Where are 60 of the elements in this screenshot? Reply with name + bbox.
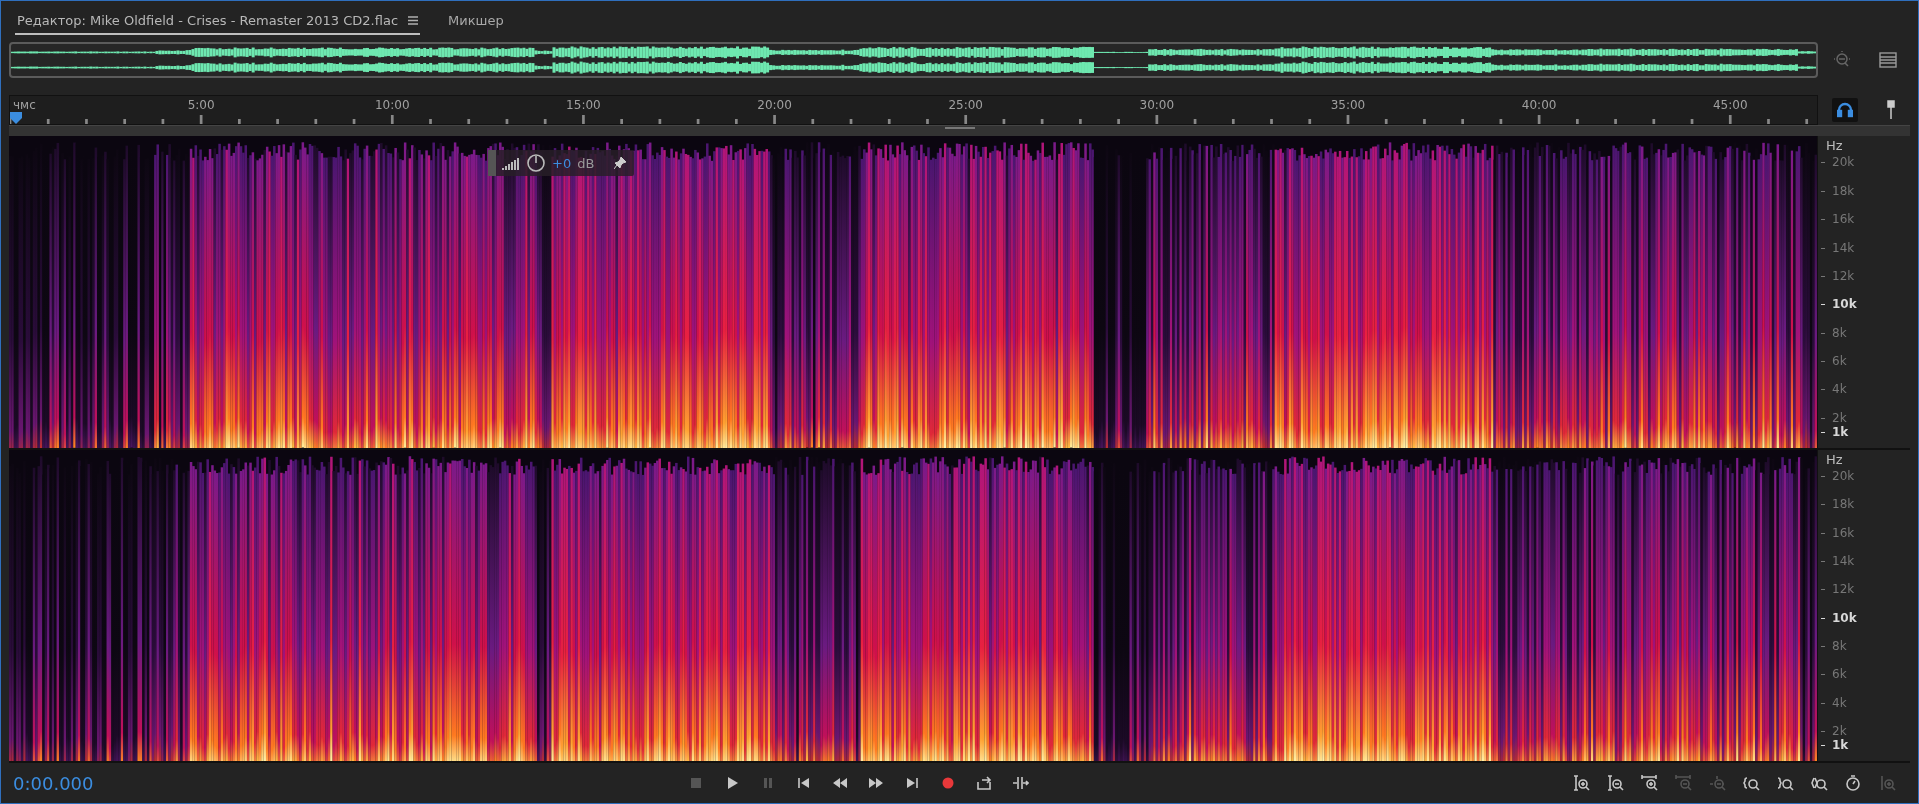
- zoom-out-icon: [1674, 774, 1692, 792]
- axis-tick-label: 10k: [1821, 610, 1857, 625]
- time-display: 0:00.000: [12, 772, 95, 794]
- ruler-label: 40:00: [1521, 98, 1557, 112]
- grip-handle[interactable]: [488, 150, 497, 176]
- ruler-label: 15:00: [566, 98, 601, 112]
- axis-tick-label: 12k: [1821, 582, 1855, 597]
- ruler-label: 5:00: [187, 98, 215, 112]
- axis-tick-label: 2k: [1821, 410, 1847, 425]
- axis-tick-label: 4k: [1821, 695, 1847, 710]
- ruler-label: 35:00: [1330, 98, 1366, 112]
- axis-tick-label: 8k: [1821, 325, 1847, 340]
- zoom-out-icon: [1606, 774, 1624, 792]
- marker-pin-icon[interactable]: [1886, 100, 1896, 120]
- splitter-handle-icon[interactable]: [944, 126, 975, 130]
- axis-tick-label: 18k: [1821, 183, 1855, 198]
- stopwatch-icon: [1844, 774, 1862, 792]
- pin-icon[interactable]: [614, 157, 627, 169]
- axis-tick-label: 16k: [1821, 212, 1855, 227]
- axis-tick-label: 4k: [1821, 382, 1847, 397]
- zoom-icon: [1776, 774, 1794, 792]
- axis-tick-label: 1k: [1821, 738, 1849, 753]
- knob-icon[interactable]: [526, 153, 547, 173]
- editor-tab[interactable]: Микшер: [446, 7, 506, 35]
- split-arrow-icon: [1011, 774, 1029, 792]
- axis-unit: Hz: [1826, 451, 1843, 467]
- level-bars-icon: [502, 156, 521, 170]
- editor-tab[interactable]: Редактор: Mike Oldfield - Crises - Remaster 2013 CD2.flac: [15, 7, 421, 35]
- ruler-label: 25:00: [948, 98, 983, 112]
- axis-tick-label: 6k: [1821, 353, 1847, 368]
- ruler-label: чмс: [13, 98, 36, 112]
- axis-unit: Hz: [1826, 138, 1843, 153]
- loop-icon: [975, 774, 993, 792]
- volume-value[interactable]: +0: [552, 155, 572, 171]
- headphones-button[interactable]: [1832, 98, 1858, 122]
- ruler-label: 45:00: [1712, 98, 1748, 112]
- axis-tick-label: 16k: [1821, 525, 1855, 540]
- zoom-in-icon: [1640, 774, 1658, 792]
- axis-tick-label: 14k: [1821, 240, 1855, 255]
- axis-tick-label: 12k: [1821, 268, 1855, 283]
- ruler-label: 20:00: [757, 98, 792, 112]
- zoom-in-icon: [1878, 774, 1896, 792]
- ruler-label: 10:00: [374, 98, 410, 112]
- zoom-in-icon: [1572, 774, 1590, 792]
- zoom-out-icon: [1708, 774, 1726, 792]
- axis-tick-label: 2k: [1821, 724, 1847, 739]
- list-icon[interactable]: [1878, 52, 1897, 68]
- zoom-icon: [1742, 774, 1760, 792]
- ruler-label: 30:00: [1139, 98, 1175, 112]
- axis-tick-label: 1k: [1821, 424, 1849, 439]
- axis-tick-label: 20k: [1821, 155, 1855, 170]
- volume-unit: dB: [577, 155, 595, 171]
- axis-tick-label: 8k: [1821, 639, 1847, 654]
- time-ruler[interactable]: чмс 5:00 10:00 15:00 20:00 25:00 30:00 35:00 40:00 45:00: [9, 95, 1818, 125]
- axis-tick-label: 14k: [1821, 554, 1855, 568]
- axis-tick-label: 6k: [1821, 667, 1847, 682]
- axis-tick-label: 20k: [1821, 468, 1855, 483]
- axis-tick-label: 10k: [1821, 297, 1857, 312]
- axis-tick-label: 18k: [1821, 497, 1855, 512]
- menu-icon[interactable]: [408, 15, 419, 25]
